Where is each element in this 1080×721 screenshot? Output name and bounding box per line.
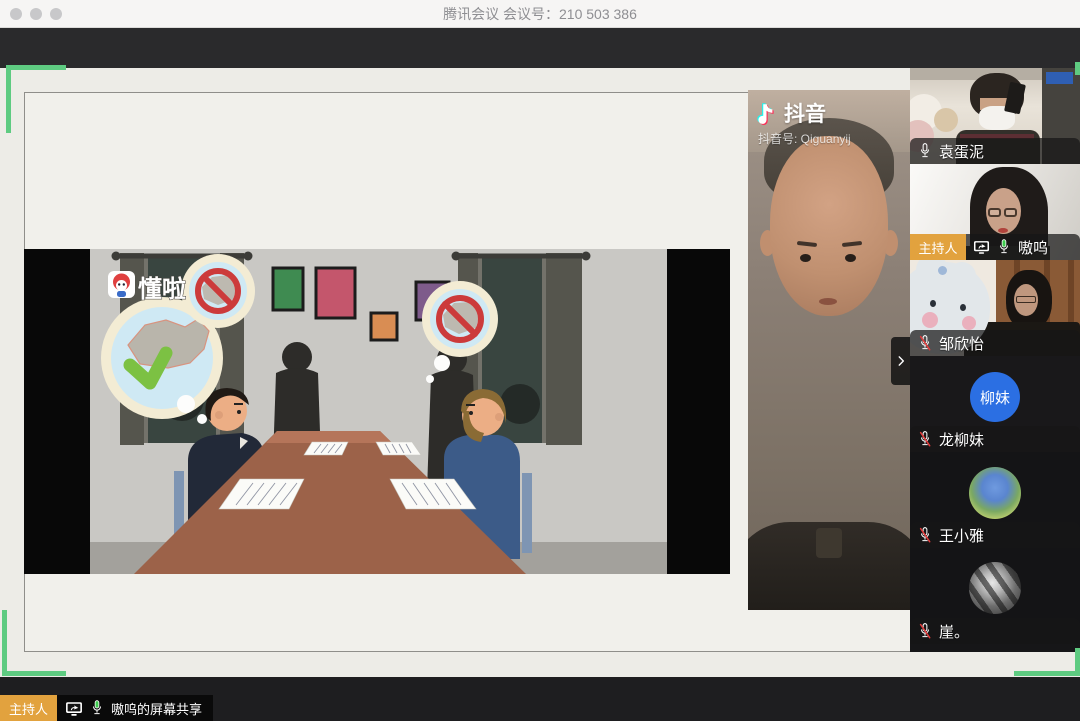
douyin-brand-text: 抖音 — [784, 98, 826, 128]
chevron-right-icon — [894, 354, 908, 368]
shared-video-player: 懂啦 — [24, 249, 730, 574]
cartoon-video: 懂啦 — [90, 249, 667, 574]
mic-speaking-icon — [90, 699, 104, 717]
avatar — [969, 467, 1021, 519]
participant-tile-aowu[interactable]: 主持人 嗷呜 — [910, 164, 1080, 260]
top-toolbar — [0, 28, 1080, 68]
douyin-video-overlay: 抖音 抖音号: Qiguanyij — [748, 90, 910, 610]
participant-tile-zouxinyi[interactable]: 邹欣怡 — [910, 260, 1080, 356]
share-border-marker-bottom-right — [1014, 671, 1080, 676]
window-title: 腾讯会议 会议号：210 503 386 — [0, 0, 1080, 28]
mic-muted-icon — [918, 526, 932, 544]
screen-share-status: 嗷呜的屏幕共享 — [57, 695, 213, 721]
avatar-text: 柳妹 — [980, 387, 1010, 408]
plush-toy-dot — [938, 266, 947, 275]
plush-eye — [930, 300, 936, 307]
bottom-status-bar: 主持人 嗷呜的屏幕共享 — [0, 678, 1080, 721]
cartoon-illustration: 懂啦 — [90, 249, 667, 574]
avatar: 柳妹 — [970, 372, 1020, 422]
store-sign — [1046, 72, 1073, 84]
green-frame — [273, 268, 303, 310]
share-border-marker-top-left — [6, 65, 66, 70]
share-border-marker-bottom-left — [2, 610, 7, 676]
douyin-man-collar — [816, 528, 842, 558]
tencent-meeting-window: 腾讯会议 会议号：210 503 386 — [0, 0, 1080, 721]
share-border-marker-bottom-right — [1075, 648, 1080, 676]
participant-label: 王小雅 — [910, 522, 1080, 548]
plush-toy-ear — [948, 262, 976, 290]
share-border-marker-top-left — [6, 65, 11, 133]
right-chair — [522, 473, 532, 553]
mic-muted-icon — [918, 430, 932, 448]
window-titlebar: 腾讯会议 会议号：210 503 386 — [0, 0, 1080, 28]
mic-muted-icon — [918, 622, 932, 640]
douyin-man-face — [770, 136, 888, 316]
douyin-note-icon — [757, 100, 779, 126]
share-border-marker-top-right — [1075, 62, 1080, 75]
host-badge: 主持人 — [910, 234, 966, 260]
participant-name: 崖。 — [939, 621, 969, 642]
prohibited-map-bubble-left — [181, 254, 255, 328]
host-badge: 主持人 — [0, 695, 57, 721]
pink-frame — [316, 268, 355, 318]
plush-eye — [960, 304, 966, 311]
participant-name: 袁蛋泥 — [939, 141, 984, 162]
participant-label: 崖。 — [910, 618, 1080, 644]
screen-share-status-text: 嗷呜的屏幕共享 — [111, 699, 202, 718]
douyin-man-mouth — [819, 298, 837, 305]
participant-tile-longliumei[interactable]: 柳妹 龙柳妹 — [910, 356, 1080, 452]
douyin-watermark: 抖音 — [757, 98, 826, 128]
orange-frame — [371, 313, 397, 340]
participant-label: 主持人 嗷呜 — [910, 234, 1080, 260]
participant-name: 邹欣怡 — [939, 333, 984, 354]
mic-speaking-icon — [997, 238, 1011, 256]
mic-on-icon — [918, 142, 932, 160]
douyin-man-eye — [845, 254, 856, 262]
participant-tile-yuandanni[interactable]: 袁蛋泥 — [910, 68, 1080, 164]
sidebar-collapse-button[interactable] — [891, 337, 910, 385]
douyin-account-text: 抖音号: Qiguanyij — [758, 130, 851, 147]
participant-tile-wangxiaoya[interactable]: 王小雅 — [910, 452, 1080, 548]
participant-label: 邹欣怡 — [910, 330, 1080, 356]
plush-cheek — [962, 316, 976, 330]
mic-muted-icon — [918, 334, 932, 352]
participant-label: 袁蛋泥 — [910, 138, 1080, 164]
share-border-marker-bottom-left — [2, 671, 66, 676]
screen-share-icon — [973, 239, 990, 255]
lips — [998, 228, 1008, 233]
douyin-man-eye — [800, 254, 811, 262]
glasses — [1016, 296, 1036, 303]
glasses — [1004, 208, 1017, 217]
dongla-logo-text: 懂啦 — [138, 275, 186, 303]
participants-sidebar: 袁蛋泥 主持人 嗷呜 — [910, 68, 1080, 652]
participant-tile-ya[interactable]: 崖。 — [910, 548, 1080, 644]
clothes-rack — [934, 108, 958, 132]
screen-share-icon — [65, 700, 83, 717]
participant-name: 王小雅 — [939, 525, 984, 546]
plush-cheek — [922, 312, 938, 328]
participant-name: 龙柳妹 — [939, 429, 984, 450]
avatar — [969, 562, 1021, 614]
participant-label: 龙柳妹 — [910, 426, 1080, 452]
participant-name: 嗷呜 — [1018, 237, 1048, 258]
glasses — [988, 208, 1001, 217]
